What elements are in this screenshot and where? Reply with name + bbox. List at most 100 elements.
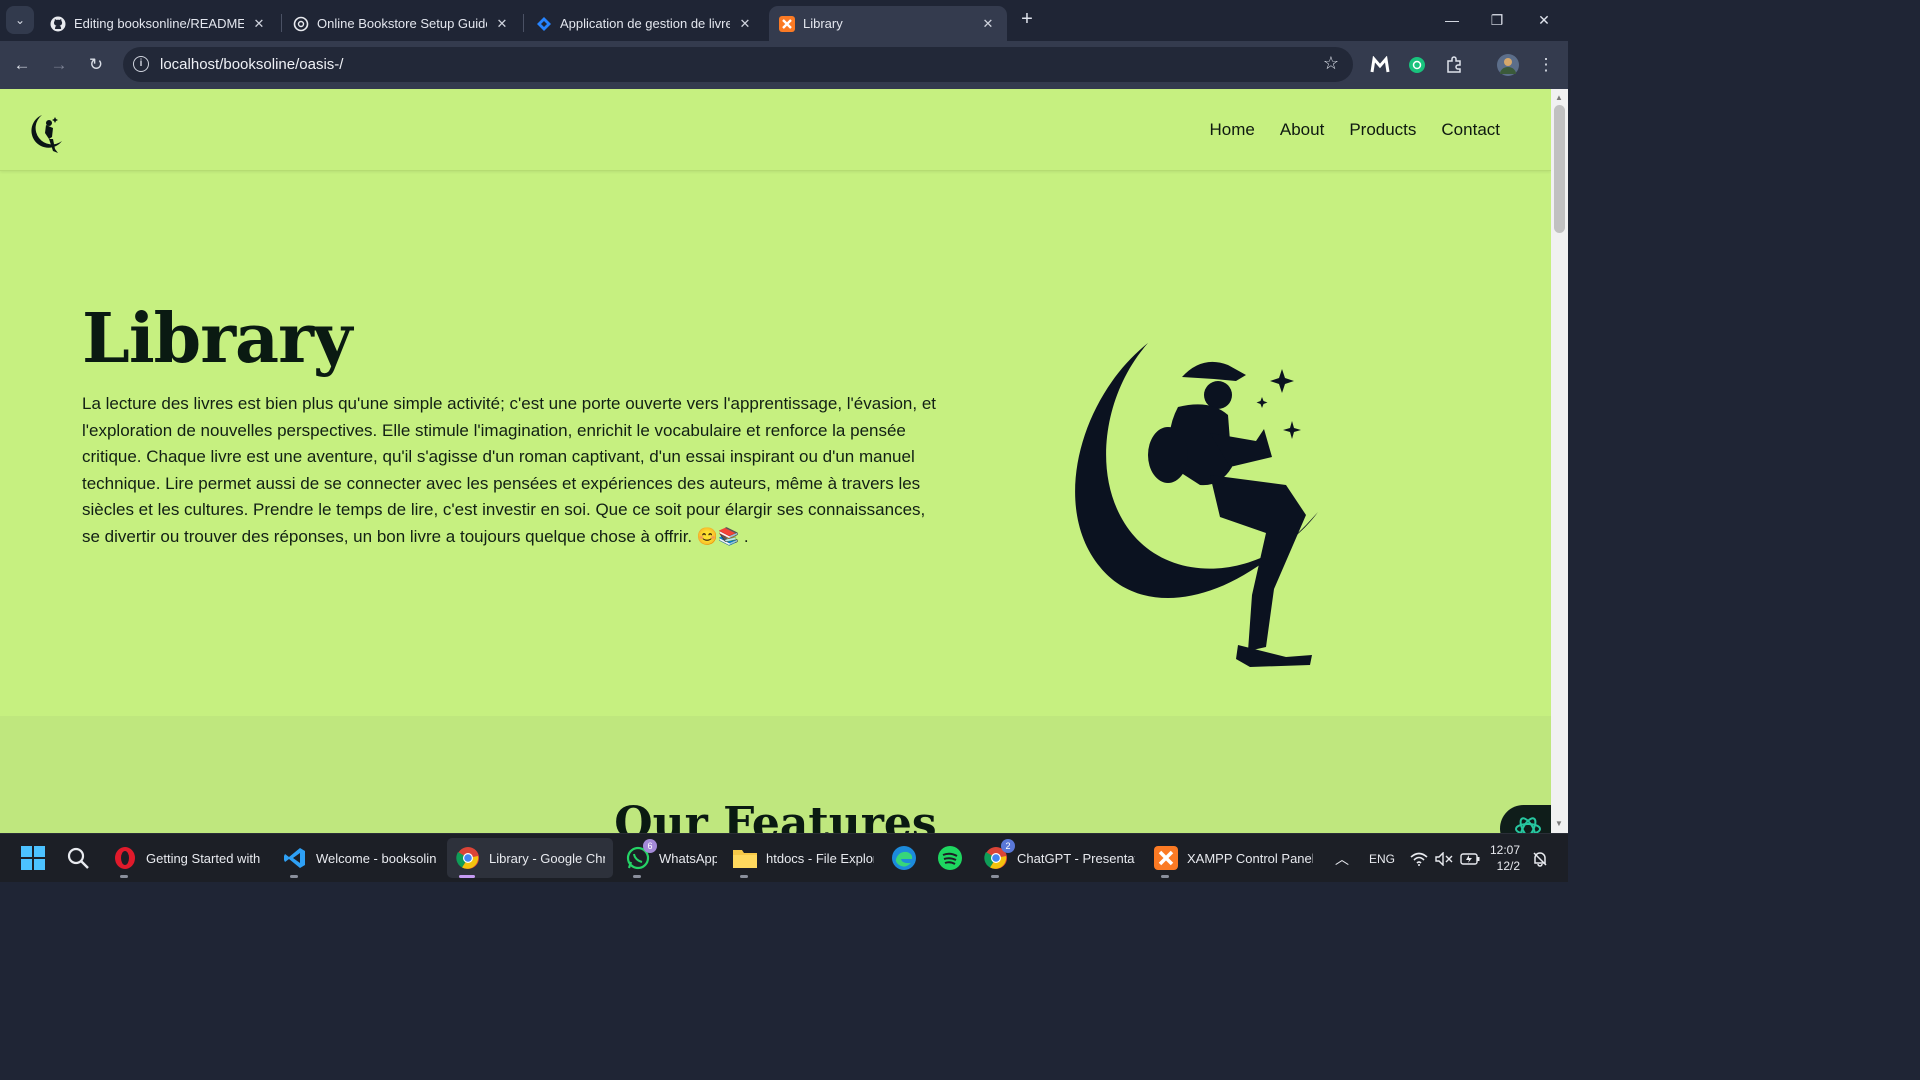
taskbar-app-xampp[interactable]: XAMPP Control Panel — [1153, 838, 1313, 878]
more-menu-icon[interactable]: ⋮ — [1534, 53, 1558, 77]
extensions-puzzle-icon[interactable] — [1442, 53, 1466, 77]
features-section: Our Features — [0, 716, 1551, 833]
running-indicator — [1161, 875, 1169, 878]
running-indicator — [290, 875, 298, 878]
xampp-icon — [779, 15, 795, 32]
language-label: ENG — [1369, 851, 1396, 866]
main-nav: Home About Products Contact — [1210, 120, 1500, 140]
spotify-icon — [938, 846, 962, 870]
taskbar-app-vscode[interactable]: Welcome - booksoline — [282, 838, 436, 878]
nav-about-link[interactable]: About — [1280, 120, 1324, 140]
search-button[interactable] — [66, 838, 90, 878]
taskbar-app-file-explorer[interactable]: htdocs - File Explor — [732, 838, 874, 878]
language-indicator[interactable]: ENG — [1369, 834, 1395, 883]
malwarebytes-extension-icon[interactable] — [1368, 53, 1392, 77]
tab-divider — [281, 14, 282, 32]
taskbar-app-edge[interactable] — [891, 838, 917, 878]
show-hidden-icons-button[interactable]: ︿ — [1335, 834, 1349, 883]
tab-title: Editing booksonline/README.md — [74, 16, 244, 31]
browser-toolbar: ← → ↻ i localhost/booksoline/oasis-/ ☆ ⋮ — [0, 41, 1568, 89]
tab-library[interactable]: Library ✕ — [769, 6, 1007, 41]
restore-button[interactable]: ❐ — [1485, 8, 1509, 32]
running-indicator — [120, 875, 128, 878]
wifi-icon[interactable] — [1410, 834, 1428, 883]
bookmark-star-icon[interactable]: ☆ — [1323, 53, 1339, 74]
taskbar-app-label: htdocs - File Explor — [766, 850, 874, 866]
close-icon[interactable]: ✕ — [979, 16, 997, 32]
site-header: Home About Products Contact — [0, 89, 1551, 171]
forward-button[interactable]: → — [47, 53, 71, 77]
taskbar-app-label: XAMPP Control Panel — [1187, 850, 1313, 866]
notification-badge: 2 — [1001, 839, 1015, 853]
running-indicator — [991, 875, 999, 878]
nav-home-link[interactable]: Home — [1210, 120, 1255, 140]
profile-avatar[interactable] — [1496, 53, 1520, 77]
close-icon[interactable]: ✕ — [736, 16, 754, 32]
taskbar-app-whatsapp[interactable]: 6 WhatsApp — [625, 838, 717, 878]
nav-products-link[interactable]: Products — [1349, 120, 1416, 140]
close-icon[interactable]: ✕ — [493, 16, 511, 32]
taskbar-app-spotify[interactable] — [937, 838, 963, 878]
taskbar-app-label: Welcome - booksoline — [316, 850, 436, 866]
minimize-button[interactable]: — — [1440, 8, 1464, 32]
back-button[interactable]: ← — [10, 53, 34, 77]
tab-bookstore-guide[interactable]: Online Bookstore Setup Guide ✕ — [283, 6, 521, 41]
taskbar-app-chrome-chatgpt[interactable]: 2 ChatGPT - Presentatic — [983, 838, 1135, 878]
chatgpt-icon — [293, 16, 309, 32]
tab-search-button[interactable]: ⌄ — [6, 6, 34, 34]
xampp-icon — [1153, 845, 1179, 871]
windows-icon — [21, 846, 45, 870]
url-text[interactable]: localhost/booksoline/oasis-/ — [160, 56, 343, 73]
arrow-right-icon: → — [50, 55, 68, 74]
running-indicator — [740, 875, 748, 878]
hero-description: La lecture des livres est bien plus qu'u… — [82, 394, 937, 546]
tab-title: Library — [803, 16, 843, 31]
chatgpt-icon — [1515, 816, 1541, 833]
address-bar[interactable]: i localhost/booksoline/oasis-/ ☆ — [123, 47, 1353, 82]
running-indicator — [633, 875, 641, 878]
volume-muted-icon[interactable] — [1435, 834, 1453, 883]
nav-contact-link[interactable]: Contact — [1441, 120, 1500, 140]
taskbar-app-label: WhatsApp — [659, 850, 717, 866]
site-info-icon[interactable]: i — [133, 56, 149, 72]
tab-title: Online Bookstore Setup Guide — [317, 16, 487, 31]
tab-title: Application de gestion de livres — [560, 16, 730, 31]
close-icon[interactable]: ✕ — [250, 16, 268, 32]
scroll-down-arrow[interactable]: ▼ — [1555, 819, 1563, 828]
tab-gestion-livres[interactable]: Application de gestion de livres ✕ — [526, 6, 764, 41]
taskbar-app-chrome-library[interactable]: Library - Google Chro — [447, 838, 613, 878]
battery-charging-icon[interactable] — [1460, 834, 1480, 883]
features-title: Our Features — [614, 798, 937, 833]
chevron-up-icon: ︿ — [1335, 850, 1349, 867]
windows-taskbar: Getting Started with F Welcome - booksol… — [0, 833, 1568, 882]
new-tab-button[interactable]: + — [1016, 9, 1038, 31]
chevron-down-icon: ⌄ — [14, 13, 26, 27]
start-button[interactable] — [20, 838, 46, 878]
taskbar-app-opera[interactable]: Getting Started with F — [112, 838, 264, 878]
browser-tab-strip: ⌄ Editing booksonline/README.md ✕ Online… — [0, 0, 1568, 41]
tab-github-readme[interactable]: Editing booksonline/README.md ✕ — [40, 6, 278, 41]
whatsapp-icon: 6 — [625, 839, 657, 871]
clock-date: 12/2 — [1496, 859, 1521, 873]
page-scrollbar[interactable]: ▲ ▼ — [1551, 89, 1568, 833]
notifications-icon[interactable] — [1532, 834, 1548, 883]
scrollbar-thumb[interactable] — [1554, 105, 1565, 233]
folder-icon — [732, 845, 758, 871]
system-clock[interactable]: 12:07 12/2 — [1490, 842, 1520, 874]
taskbar-app-label: Getting Started with F — [146, 850, 264, 866]
active-indicator — [459, 875, 475, 878]
clock-time: 12:07 — [1490, 843, 1521, 857]
close-window-button[interactable]: ✕ — [1532, 8, 1556, 32]
scroll-up-arrow[interactable]: ▲ — [1555, 93, 1563, 102]
taskbar-app-label: ChatGPT - Presentatic — [1017, 850, 1135, 866]
reader-on-moon-illustration — [1075, 343, 1318, 667]
reload-button[interactable]: ↻ — [84, 53, 108, 77]
hero-title: Library — [82, 299, 352, 379]
taskbar-app-label: Library - Google Chro — [489, 850, 605, 866]
edge-icon — [892, 846, 916, 870]
search-icon — [67, 847, 89, 869]
github-icon — [50, 16, 66, 32]
chatgpt-extension-icon[interactable] — [1405, 53, 1429, 77]
chrome-icon — [455, 845, 481, 871]
site-logo[interactable] — [28, 111, 66, 157]
